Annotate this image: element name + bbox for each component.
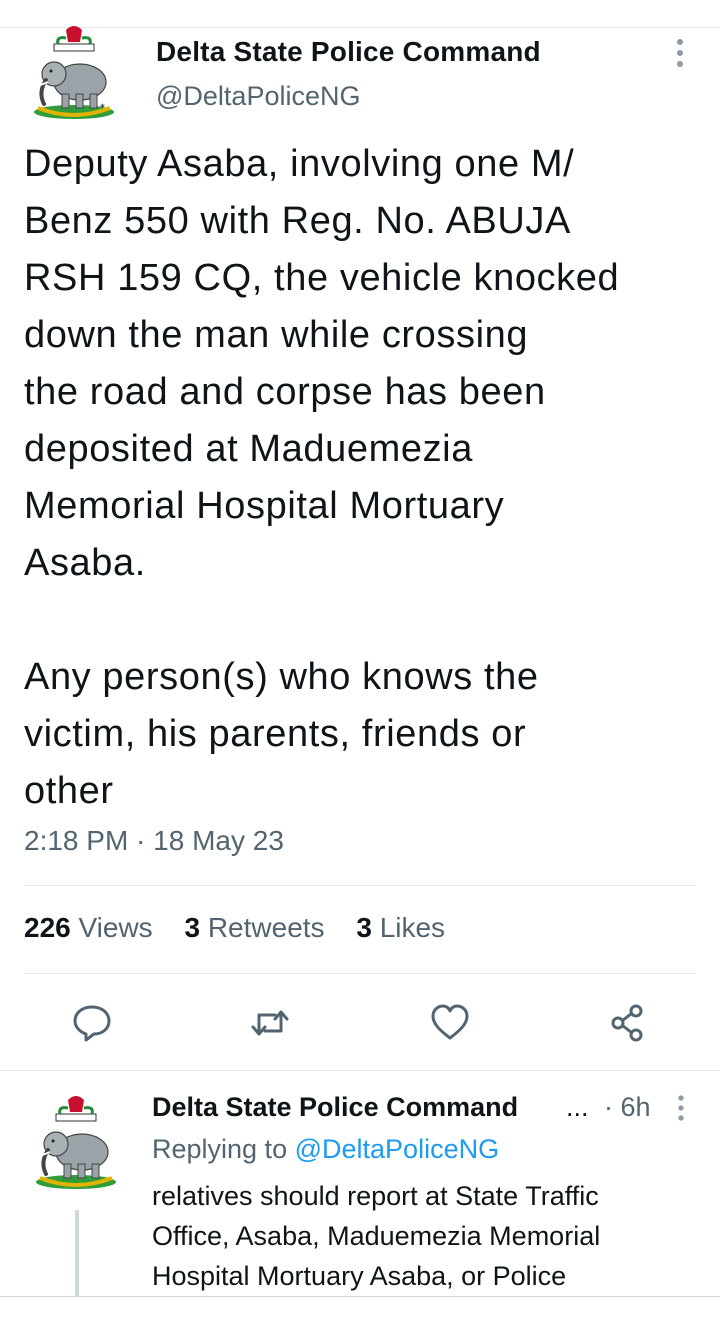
likes-stat[interactable]: 3 Likes bbox=[356, 912, 445, 943]
tweet-text: Deputy Asaba, involving one M/ Benz 550 … bbox=[24, 136, 704, 820]
replying-prefix: Replying to bbox=[152, 1134, 288, 1164]
more-options-icon[interactable] bbox=[674, 1094, 688, 1122]
retweets-count: 3 bbox=[184, 912, 201, 943]
author-name[interactable]: Delta State Police Command bbox=[156, 36, 541, 68]
replying-handle-link[interactable]: @DeltaPoliceNG bbox=[295, 1134, 499, 1164]
likes-label: Likes bbox=[379, 912, 446, 943]
engagement-stats: 226 Views 3 Retweets 3 Likes bbox=[24, 912, 469, 944]
reply-icon[interactable] bbox=[72, 1003, 112, 1043]
more-options-icon[interactable] bbox=[672, 38, 688, 68]
tweet-text-line: the road and corpse has been bbox=[24, 371, 546, 413]
tweet-text-line: other bbox=[24, 770, 114, 812]
tweet-text-line: Any person(s) who knows the bbox=[24, 656, 539, 698]
bottom-divider bbox=[0, 1296, 720, 1297]
tweet-text-line: RSH 159 CQ, the vehicle knocked bbox=[24, 257, 620, 299]
tweet-text-line: victim, his parents, friends or bbox=[24, 713, 527, 755]
reply-text-line: relatives should report at State Traffic bbox=[152, 1181, 599, 1211]
tweet-text-line: down the man while crossing bbox=[24, 314, 529, 356]
views-count: 226 bbox=[24, 912, 71, 943]
replying-to: Replying to @DeltaPoliceNG bbox=[152, 1134, 499, 1165]
reply-text: relatives should report at State Traffic… bbox=[152, 1176, 692, 1296]
divider bbox=[24, 973, 696, 974]
svg-text:✱: ✱ bbox=[100, 103, 105, 110]
divider bbox=[0, 1070, 720, 1071]
tweet-timestamp[interactable]: 2:18 PM · 18 May 23 bbox=[24, 825, 284, 857]
views-label: Views bbox=[78, 912, 153, 943]
police-crest-avatar[interactable]: ✱ bbox=[24, 24, 124, 124]
views-stat[interactable]: 226 Views bbox=[24, 912, 153, 943]
author-handle[interactable]: @DeltaPoliceNG bbox=[156, 81, 360, 112]
tweet-text-line: Asaba. bbox=[24, 542, 146, 584]
name-truncation: ... bbox=[566, 1092, 589, 1122]
police-crest-avatar[interactable] bbox=[26, 1094, 126, 1194]
divider bbox=[24, 885, 696, 886]
reply-author-name[interactable]: Delta State Police Command bbox=[152, 1092, 518, 1123]
retweets-label: Retweets bbox=[207, 912, 325, 943]
thread-line bbox=[75, 1210, 79, 1296]
likes-count: 3 bbox=[356, 912, 372, 943]
tweet-text-line: Memorial Hospital Mortuary bbox=[24, 485, 505, 527]
retweets-stat[interactable]: 3 Retweets bbox=[184, 912, 324, 943]
share-icon[interactable] bbox=[608, 1003, 648, 1043]
reply-text-line: Hospital Mortuary Asaba, or Police bbox=[152, 1261, 567, 1291]
reply-text-line: Office, Asaba, Maduemezia Memorial bbox=[152, 1221, 601, 1251]
reply-time[interactable]: · 6h bbox=[604, 1092, 651, 1123]
tweet-text-line: Deputy Asaba, involving one M/ bbox=[24, 143, 575, 185]
retweet-icon[interactable] bbox=[250, 1003, 290, 1043]
tweet-text-line: Benz 550 with Reg. No. ABUJA bbox=[24, 200, 571, 242]
tweet-text-line: deposited at Maduemezia bbox=[24, 428, 473, 470]
like-icon[interactable] bbox=[430, 1003, 470, 1043]
